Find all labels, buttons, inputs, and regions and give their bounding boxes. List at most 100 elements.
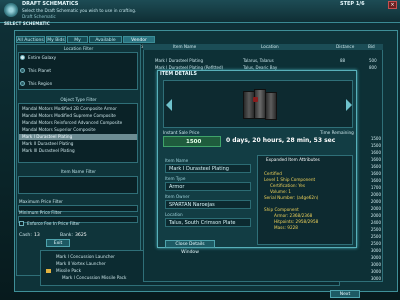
list-item[interactable]: Mark II Durasteel Plating	[19, 141, 137, 147]
item-name-field: Mark I Durasteel Plating	[165, 164, 251, 173]
radio-label-this-planet: This Planet	[28, 68, 52, 73]
bid-cell: 1500	[370, 136, 381, 141]
attributes-title: Expanded Item Attributes	[266, 157, 320, 162]
attr-line: Serial Number: (a4ge62n)	[264, 195, 319, 200]
enforce-fee-label: Enforce Fee In Price Filter	[27, 221, 80, 226]
tab-my-sales[interactable]: My Sales	[67, 36, 88, 50]
list-item[interactable]: Mandal Motors Reinforced Advanced Compos…	[19, 120, 137, 126]
bid-cell: 3000	[370, 255, 381, 260]
item-details-title: ITEM DETAILS	[160, 72, 197, 77]
object-type-filter-title: Object Type Filter	[60, 97, 97, 102]
bid-cell: 1500	[370, 143, 381, 148]
bid-cell: 1600	[370, 178, 381, 183]
min-price-label: Minimum Price Filter	[19, 210, 62, 215]
row-location: Talarus, Talarus	[243, 58, 274, 63]
table-row[interactable]: Mark I Durasteel Plating Talarus, Talaru…	[155, 58, 383, 63]
bid-cell: 2000	[370, 206, 381, 211]
armor-plating-icon	[241, 87, 277, 121]
item-name-filter-title: Item Name Filter	[61, 169, 96, 174]
header-row3: SELECT SCHEMATIC	[4, 21, 50, 26]
row-name: Mark I Durasteel Plating	[155, 58, 203, 63]
tab-my-bids[interactable]: My Bids	[46, 36, 66, 43]
item-type-label: Item Type	[165, 176, 186, 181]
tab-vendor-location[interactable]: Vendor Location	[123, 36, 155, 50]
bid-cell: 3000	[370, 248, 381, 253]
bank-label: Bank:	[60, 233, 74, 238]
list-item[interactable]: Mandal Motors Modified Supreme Composite	[19, 113, 137, 119]
bid-cell: 3000	[370, 262, 381, 267]
item-owner-label: Item Owner	[165, 194, 190, 199]
list-item-selected[interactable]: Mark I Durasteel Plating	[19, 134, 137, 140]
radio-this-region[interactable]	[20, 81, 25, 86]
gear-icon	[4, 3, 18, 17]
step-indicator: STEP 1/6	[340, 1, 365, 7]
location-field: Talus, South Crimson Plate	[165, 218, 251, 227]
object-type-list[interactable]: Mandal Motors Modified 2B Composite Armo…	[18, 103, 138, 163]
row-bid: 800	[369, 65, 377, 70]
close-icon[interactable]: ×	[388, 1, 397, 9]
attr-line: Ship Component	[264, 207, 299, 212]
price-value: 1500	[186, 139, 202, 145]
radio-label-this-region: This Region	[28, 81, 53, 86]
bid-cell: 1600	[370, 157, 381, 162]
bid-cell: 1600	[370, 150, 381, 155]
window-subtitle: Select the Draft Schematic you wish to u…	[22, 8, 137, 13]
bid-cell: 3000	[370, 276, 381, 281]
attr-line: Certified	[264, 171, 282, 176]
price-box: 1500	[163, 136, 221, 147]
bid-cell: 2500	[370, 227, 381, 232]
max-price-label: Maximum Price Filter	[19, 199, 63, 204]
col-header-location[interactable]: Location	[261, 44, 279, 49]
close-details-button[interactable]: Close Details Window	[165, 240, 215, 255]
bid-cell: 3000	[370, 269, 381, 274]
exit-button[interactable]: Exit	[46, 239, 70, 247]
bid-cell: 1600	[370, 164, 381, 169]
location-filter-title: Location Filter	[63, 46, 94, 51]
attr-line: Hitpoints: 2958/2958	[274, 219, 319, 224]
window-header: DRAFT SCHEMATICS Select the Draft Schema…	[0, 0, 400, 23]
bid-cell: 2500	[370, 234, 381, 239]
attr-line: Certification: Yes	[270, 183, 306, 188]
folder-icon	[46, 269, 51, 273]
nav-left-icon[interactable]	[166, 99, 172, 111]
location-label: Location	[165, 212, 183, 217]
item-name-filter-input[interactable]	[18, 176, 138, 194]
bid-cell: 1600	[370, 171, 381, 176]
window-title: DRAFT SCHEMATICS	[22, 1, 79, 7]
row-bid: 500	[369, 58, 377, 63]
list-item[interactable]: Mark III Durasteel Plating	[19, 148, 137, 154]
attr-line: Armor: 2368/2368	[274, 213, 313, 218]
row-distance: 88	[340, 58, 346, 63]
item-owner-field: SPARTAN Naroejas	[165, 200, 251, 209]
bid-cell: 2000	[370, 199, 381, 204]
time-remaining-value: 0 days, 20 hours, 28 min, 53 sec	[226, 137, 336, 144]
tab-available-items[interactable]: Available Items	[89, 36, 122, 50]
bid-cell: 2000	[370, 192, 381, 197]
list-item[interactable]: Mandal Motors Modified 2B Composite Armo…	[19, 106, 137, 112]
instant-sale-label: Instant Sale Price	[163, 130, 200, 135]
bid-cell: 1700	[370, 185, 381, 190]
col-header-bid[interactable]: Bid	[368, 44, 375, 49]
radio-entire-galaxy[interactable]	[20, 55, 25, 60]
attr-line: Volume: 1	[270, 189, 291, 194]
list-item[interactable]: Mandal Motors Superior Composite	[19, 127, 137, 133]
attr-line: Level 1 Ship Component	[264, 177, 316, 182]
next-button[interactable]: Next	[330, 290, 360, 298]
attributes-panel	[257, 155, 353, 245]
header-row2: Draft Schematic	[22, 14, 56, 19]
attr-line: Mass: 9228	[274, 225, 298, 230]
enforce-fee-checkbox[interactable]	[19, 221, 24, 226]
item-name-label: Item Name	[165, 158, 189, 163]
tab-all-auctions[interactable]: All Auctions	[16, 36, 45, 43]
col-header-distance[interactable]: Distance	[336, 44, 354, 49]
col-header-item-name[interactable]: Item Name	[173, 44, 196, 49]
bank-value: 3625	[75, 233, 87, 238]
radio-this-planet[interactable]	[20, 68, 25, 73]
radio-label-entire-galaxy: Entire Galaxy	[28, 55, 57, 60]
cash-label: Cash:	[19, 233, 32, 238]
time-remaining-label: Time Remaining	[320, 130, 354, 135]
item-preview	[163, 80, 353, 128]
bid-column: 1500 1500 1600 1600 1600 1600 1600 1700 2000 2000…	[360, 136, 383, 286]
bid-cell: 2500	[370, 241, 381, 246]
nav-right-icon[interactable]	[346, 99, 352, 111]
